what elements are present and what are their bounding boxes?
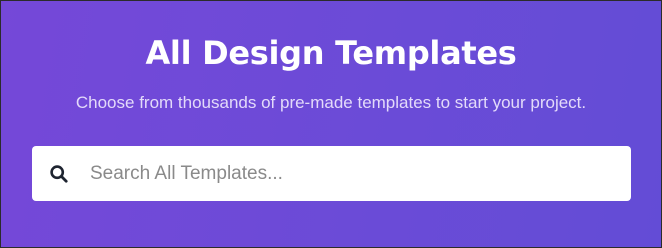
search-bar[interactable]: [32, 146, 631, 201]
page-subtitle: Choose from thousands of pre-made templa…: [75, 93, 587, 112]
page-title: All Design Templates: [145, 34, 517, 72]
templates-hero-banner: All Design Templates Choose from thousan…: [0, 0, 662, 248]
search-icon[interactable]: [49, 164, 69, 184]
search-input[interactable]: [90, 146, 620, 201]
